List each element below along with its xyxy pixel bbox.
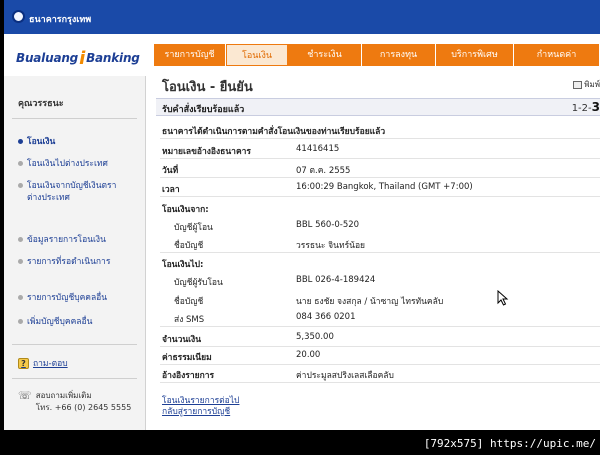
sidebar-item-label: รายการบัญชีบุคคลอื่น [27,293,108,303]
separator [160,346,600,347]
sidebar-item-add-account[interactable]: เพิ่มบัญชีบุคคลอื่น [18,316,92,328]
print-button[interactable]: พิมพ์ [573,78,600,91]
memo-label: อ้างอิงรายการ [162,371,215,381]
fee-label: ค่าธรรมเนียม [162,353,212,363]
amount-value: 5,350.00 [296,332,334,342]
question-icon: ? [18,357,29,369]
sidebar-item-pending[interactable]: รายการที่รอดำเนินการ [18,256,110,268]
page-title: โอนเงิน - ยืนยัน [162,80,253,95]
nav-tab-settings[interactable]: กำหนดค่า [514,44,600,66]
from-account-label: บัญชีผู้โอน [174,223,213,233]
nav-tab-special-services[interactable]: บริการพิเศษ [436,44,514,66]
user-name: คุณวรรธนะ [18,99,64,109]
ref-value: 41416415 [296,144,340,154]
bullet-icon [18,161,23,166]
to-account-value: BBL 026-4-189424 [296,275,376,285]
bullet-icon [18,319,23,324]
logo-part-2: i [79,48,86,69]
sidebar-item-label: โอนเงินไปต่างประเทศ [27,159,108,169]
sidebar-divider [12,118,137,119]
nav-tab-accounts[interactable]: รายการบัญชี [154,44,226,66]
contact-line-2: โทร. +66 (0) 2645 5555 [35,403,132,412]
main-content: โอนเงิน - ยืนยัน พิมพ์ รับคำสั่งเรียบร้อ… [154,76,600,430]
steps-done: 1-2- [571,103,592,114]
faq-link[interactable]: ? ถาม-ตอบ [18,356,68,370]
sms-label: ส่ง SMS [174,315,205,325]
new-transfer-link[interactable]: โอนเงินรายการต่อไป [162,396,239,407]
time-label: เวลา [162,185,180,195]
from-name-label: ชื่อบัญชี [174,241,204,251]
from-name-value: วรรธนะ จินทร์น้อย [296,241,366,251]
bullet-icon [18,183,23,188]
separator [160,196,600,197]
to-name-label: ชื่อบัญชี [174,297,204,307]
fee-value: 20.00 [296,350,321,360]
bualuang-ibanking-logo[interactable]: BualuangiBanking [16,46,140,69]
sidebar-divider [12,344,137,345]
sidebar-item-label: รายการที่รอดำเนินการ [27,257,111,267]
bottom-strip: [792x575] https://upic.me/ [0,430,600,455]
date-value: 07 ต.ค. 2555 [296,166,351,176]
main-nav: รายการบัญชี โอนเงิน ชำระเงิน การลงทุน บร… [154,44,600,66]
separator [160,326,600,327]
sidebar-item-fx-account-transfer[interactable]: โอนเงินจากบัญชีเงินตราต่างประเทศ [18,180,128,204]
bullet-icon [18,259,23,264]
time-value: 16:00:29 Bangkok, Thailand (GMT +7:00) [296,182,473,192]
sidebar-divider [12,378,137,379]
nav-tab-investment[interactable]: การลงทุน [362,44,436,66]
action-links: โอนเงินรายการต่อไป กลับสู่รายการบัญชี [162,396,239,418]
back-to-accounts-link[interactable]: กลับสู่รายการบัญชี [162,407,239,418]
sidebar-item-transfer-history[interactable]: ข้อมูลรายการโอนเงิน [18,234,106,246]
sidebar-item-transfer[interactable]: โอนเงิน [18,136,55,148]
separator [160,364,600,365]
banner-text: รับคำสั่งเรียบร้อยแล้ว [162,105,245,115]
to-section-label: โอนเงินไป: [162,260,204,270]
separator [160,177,600,178]
status-banner: รับคำสั่งเรียบร้อยแล้ว 1-2-3 [156,98,600,116]
separator [160,138,600,139]
contact-info: ☏ สอบถามเพิ่มเติม โทร. +66 (0) 2645 5555 [18,390,131,414]
step-current: 3 [591,100,600,114]
from-section-label: โอนเงินจาก: [162,205,209,215]
sidebar-item-label: ข้อมูลรายการโอนเงิน [27,235,106,245]
sidebar-item-label: โอนเงิน [27,137,56,147]
browser-page: ธนาคารกรุงเทพ BualuangiBanking รายการบัญ… [4,0,600,430]
ref-label: หมายเลขอ้างอิงธนาคาร [162,147,251,157]
memo-value: ค่าประมูลสปริงเลสเลือคลับ [296,371,394,381]
nav-tab-payment[interactable]: ชำระเงิน [288,44,362,66]
separator [160,382,600,383]
sidebar-item-label: เพิ่มบัญชีบุคคลอื่น [27,317,93,327]
sms-value: 084 366 0201 [296,312,356,322]
to-account-label: บัญชีผู้รับโอน [174,278,223,288]
logo-part-3: Banking [86,51,140,65]
phone-icon: ☏ [18,389,32,402]
sidebar-item-label: โอนเงินจากบัญชีเงินตราต่างประเทศ [27,181,117,203]
logo-part-1: Bualuang [16,51,79,65]
nav-tab-transfer[interactable]: โอนเงิน [226,44,288,66]
to-name-value: นาย ธงชัย จงสกุล / น้าซาญ ไทรทันคลับ [296,297,444,307]
sidebar-item-international-transfer[interactable]: โอนเงินไปต่างประเทศ [18,158,108,170]
date-label: วันที่ [162,166,179,176]
bank-name: ธนาคารกรุงเทพ [29,15,92,25]
contact-line-1: สอบถามเพิ่มเติม [35,391,92,400]
separator [160,158,600,159]
mouse-cursor-icon [497,290,509,306]
top-bar: ธนาคารกรุงเทพ [4,0,600,34]
sidebar: คุณวรรธนะ โอนเงิน โอนเงินไปต่างประเทศ โอ… [4,76,146,430]
bullet-icon [18,237,23,242]
bullet-icon [18,139,23,144]
confirmation-message: ธนาคารได้ดำเนินการตามคำสั่งโอนเงินของท่า… [162,127,386,137]
from-account-value: BBL 560-0-520 [296,220,360,230]
print-label: พิมพ์ [584,80,600,89]
amount-label: จำนวนเงิน [162,335,202,345]
faq-label: ถาม-ตอบ [33,359,68,369]
bank-emblem-icon [12,10,25,23]
bullet-icon [18,295,23,300]
image-watermark: [792x575] https://upic.me/ [423,437,596,450]
step-indicator: 1-2-3 [572,100,600,114]
sidebar-item-other-accounts[interactable]: รายการบัญชีบุคคลอื่น [18,292,107,304]
separator [160,252,600,253]
printer-icon [573,80,583,89]
